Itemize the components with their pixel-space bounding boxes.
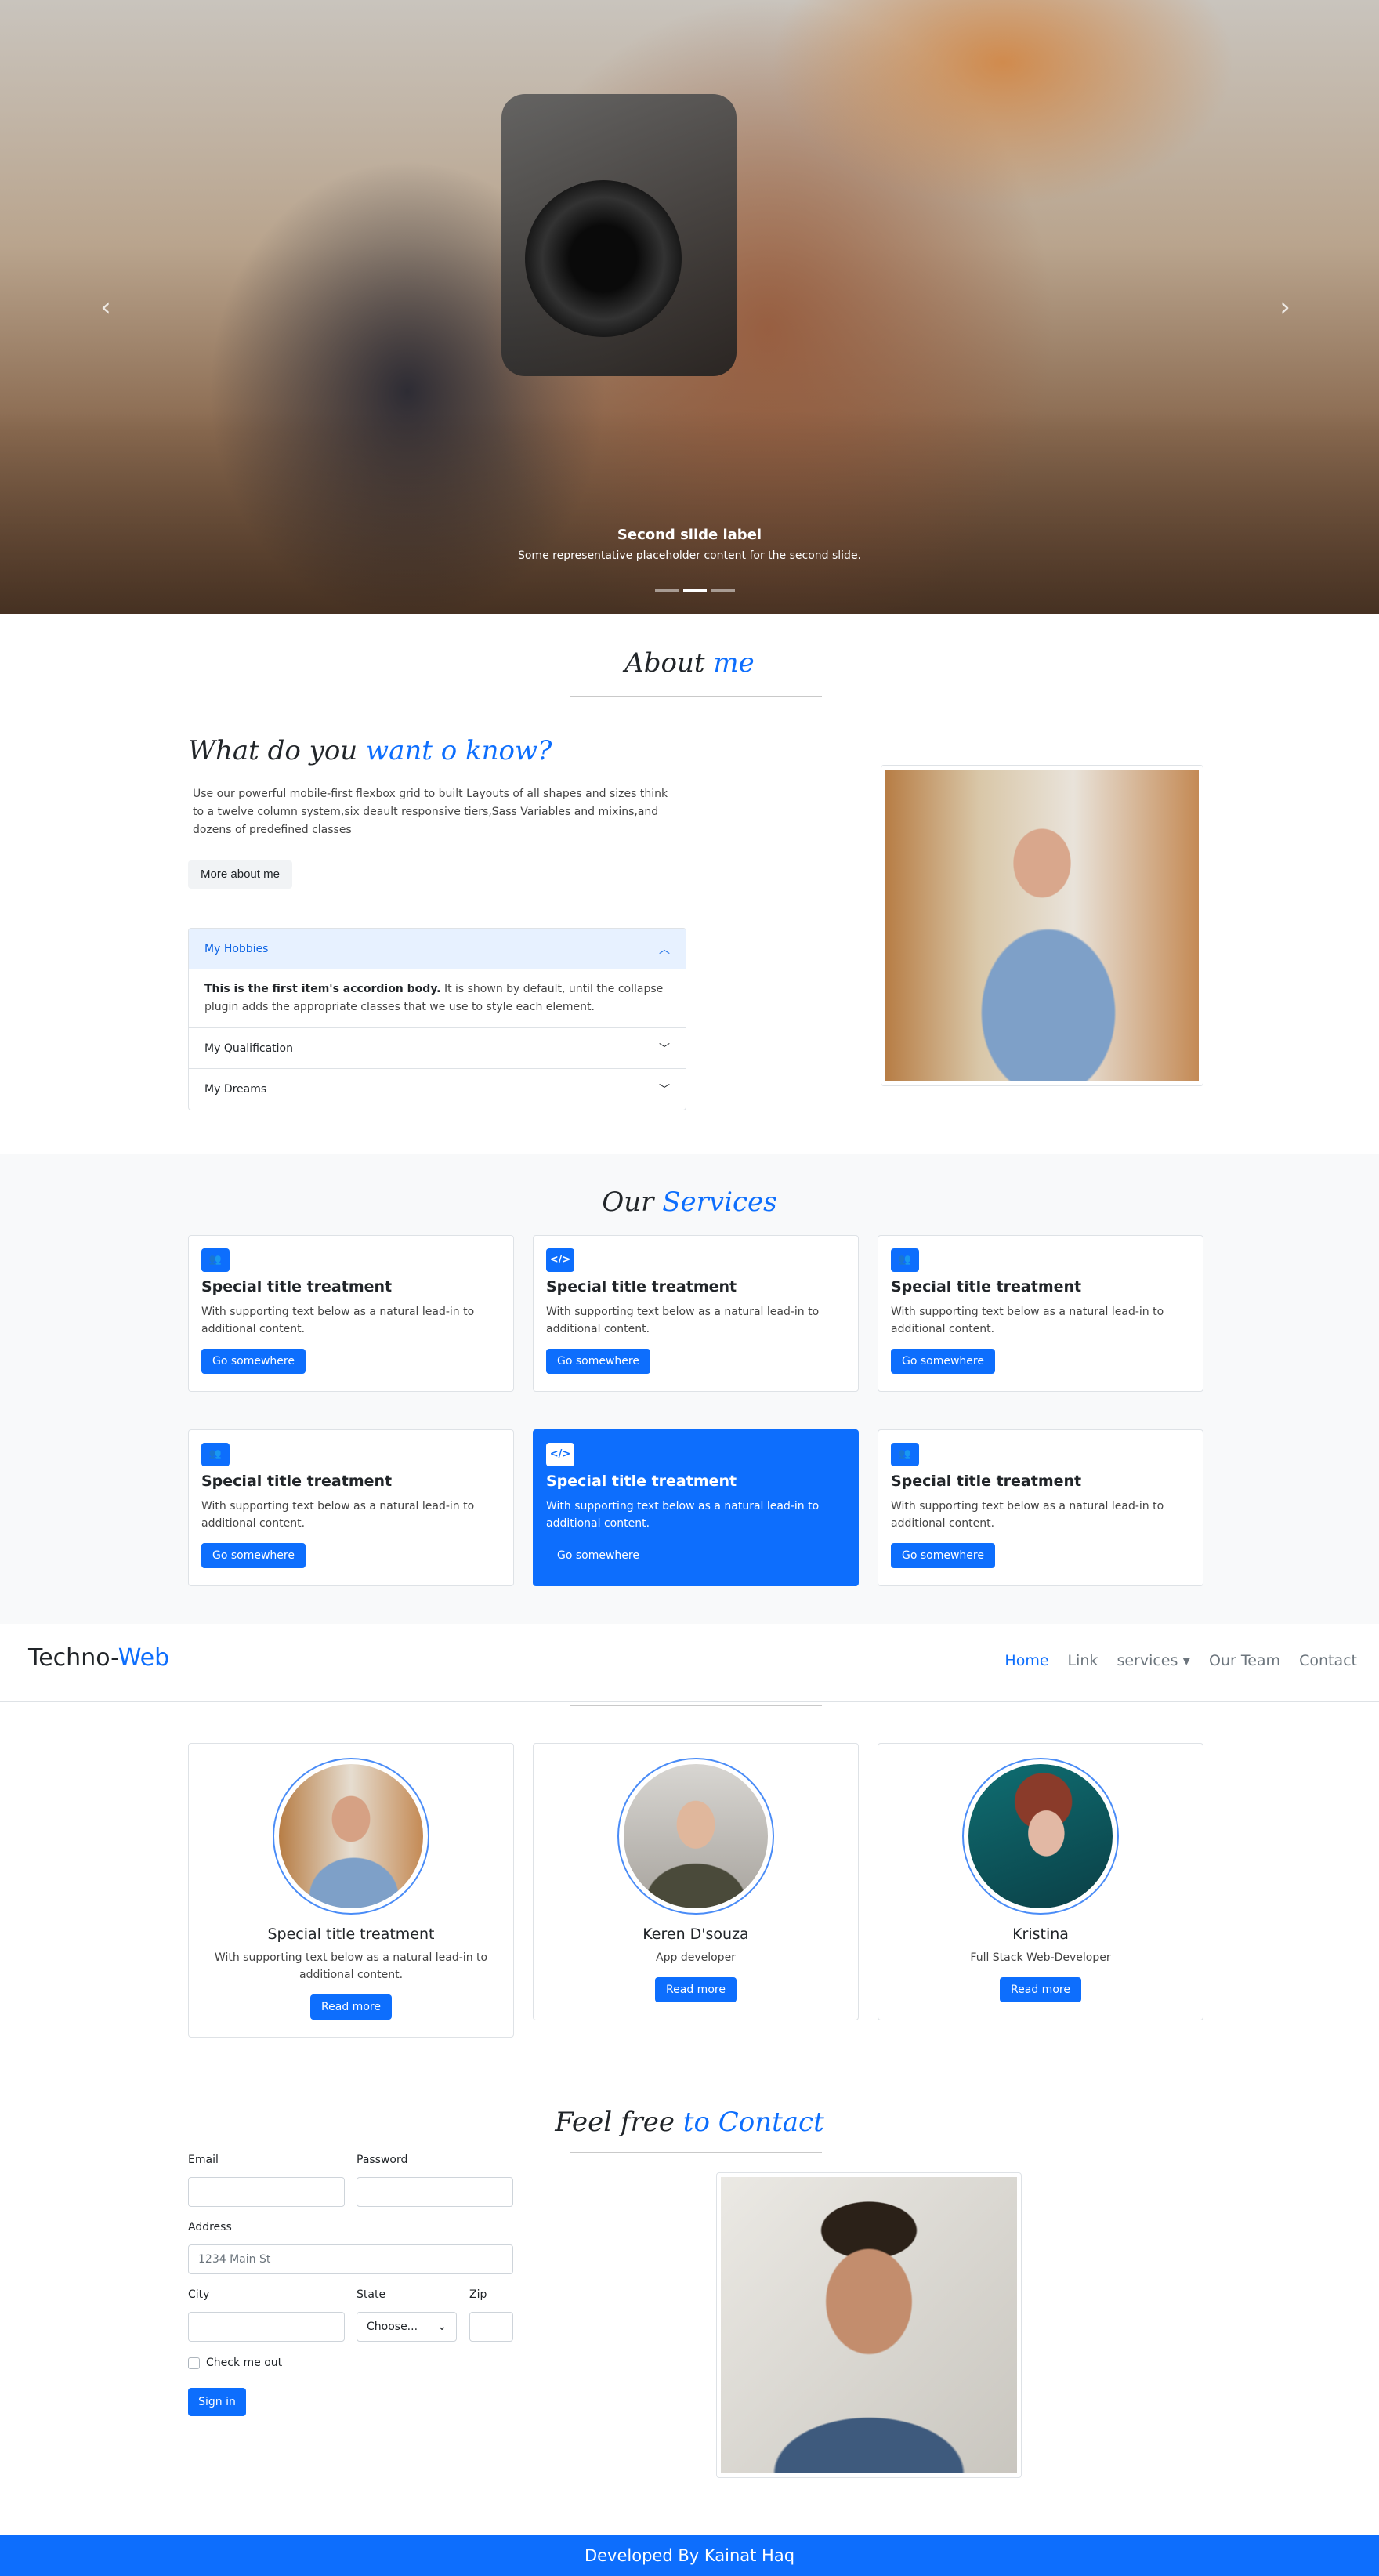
code-icon: </> <box>546 1248 574 1272</box>
nav-contact[interactable]: Contact <box>1299 1652 1357 1669</box>
read-more-button[interactable]: Read more <box>655 1977 737 2002</box>
about-title: About me <box>624 647 755 679</box>
contact-photo <box>716 2172 1022 2478</box>
read-more-button[interactable]: Read more <box>310 1994 392 2020</box>
avatar <box>624 1764 768 1908</box>
carousel-indicator[interactable] <box>711 589 735 592</box>
zip-field[interactable] <box>469 2312 513 2342</box>
chevron-down-icon: ﹀ <box>659 1084 670 1096</box>
about-photo <box>881 765 1203 1086</box>
title-divider <box>570 1705 822 1706</box>
chevron-down-icon: ⌄ <box>437 2321 447 2333</box>
email-label: Email <box>188 2154 219 2166</box>
state-select[interactable]: Choose... ⌄ <box>357 2312 457 2342</box>
city-label: City <box>188 2288 210 2301</box>
title-divider <box>570 696 822 697</box>
about-heading: What do you want o know? <box>188 735 552 766</box>
carousel-indicator[interactable] <box>655 589 679 592</box>
service-card: 👥 Special title treatment With supportin… <box>878 1429 1203 1586</box>
avatar <box>968 1764 1113 1908</box>
service-card: 👥 Special title treatment With supportin… <box>878 1235 1203 1392</box>
chevron-right-icon[interactable]: › <box>1269 292 1301 323</box>
chevron-left-icon[interactable]: ‹ <box>90 292 121 323</box>
nav-our-team[interactable]: Our Team <box>1209 1652 1280 1669</box>
accordion-item-qualification[interactable]: My Qualification ﹀ <box>189 1028 686 1069</box>
nav-home[interactable]: Home <box>1004 1652 1048 1669</box>
read-more-button[interactable]: Read more <box>1000 1977 1081 2002</box>
brand-logo[interactable]: Techno-Web <box>28 1644 169 1672</box>
code-icon: </> <box>546 1443 574 1466</box>
nav-links: Home Link services ▾ Our Team Contact <box>1004 1652 1357 1669</box>
zip-label: Zip <box>469 2288 487 2301</box>
hero-carousel: ‹ › Second slide label Some representati… <box>0 0 1379 614</box>
go-somewhere-button[interactable]: Go somewhere <box>201 1349 306 1374</box>
go-somewhere-button[interactable]: Go somewhere <box>546 1349 650 1374</box>
users-icon: 👥 <box>891 1443 919 1466</box>
check-me-out: Check me out <box>188 2357 282 2369</box>
contact-title: Feel free to Contact <box>555 2107 824 2138</box>
title-divider <box>570 2152 822 2153</box>
about-paragraph: Use our powerful mobile-first flexbox gr… <box>193 788 668 836</box>
checkbox[interactable] <box>188 2357 200 2369</box>
address-field[interactable]: 1234 Main St <box>188 2244 513 2274</box>
footer: Developed By Kainat Haq <box>0 2535 1379 2576</box>
team-card: Kristina Full Stack Web-Developer Read m… <box>878 1743 1203 2020</box>
carousel-caption: Second slide label Some representative p… <box>0 527 1379 562</box>
password-label: Password <box>357 2154 408 2166</box>
go-somewhere-button[interactable]: Go somewhere <box>546 1543 650 1568</box>
service-card-highlighted: </> Special title treatment With support… <box>533 1429 859 1586</box>
avatar <box>279 1764 423 1908</box>
carousel-indicators <box>655 589 735 592</box>
users-icon: 👥 <box>201 1443 230 1466</box>
caret-down-icon: ▾ <box>1182 1652 1190 1669</box>
address-label: Address <box>188 2221 232 2234</box>
camera-lens-image-part <box>525 180 682 337</box>
go-somewhere-button[interactable]: Go somewhere <box>891 1349 995 1374</box>
accordion-item-hobbies[interactable]: My Hobbies ︿ <box>189 929 686 969</box>
service-card: 👥 Special title treatment With supportin… <box>188 1429 514 1586</box>
navbar: Techno-Web Home Link services ▾ Our Team… <box>0 1624 1379 1702</box>
city-field[interactable] <box>188 2312 345 2342</box>
team-card: Special title treatment With supporting … <box>188 1743 514 2038</box>
sign-in-button[interactable]: Sign in <box>188 2388 246 2416</box>
service-card: </> Special title treatment With support… <box>533 1235 859 1392</box>
accordion-body: This is the first item's accordion body.… <box>189 969 686 1028</box>
nav-link[interactable]: Link <box>1068 1652 1098 1669</box>
caption-title: Second slide label <box>617 527 762 543</box>
users-icon: 👥 <box>201 1248 230 1272</box>
team-card: Keren D'souza App developer Read more <box>533 1743 859 2020</box>
password-field[interactable] <box>357 2177 513 2207</box>
go-somewhere-button[interactable]: Go somewhere <box>891 1543 995 1568</box>
state-label: State <box>357 2288 386 2301</box>
services-title: Our Services <box>602 1187 777 1218</box>
caption-text: Some representative placeholder content … <box>517 549 862 562</box>
email-field[interactable] <box>188 2177 345 2207</box>
service-card: 👥 Special title treatment With supportin… <box>188 1235 514 1392</box>
chevron-up-icon: ︿ <box>659 943 670 956</box>
accordion-item-dreams[interactable]: My Dreams ﹀ <box>189 1069 686 1110</box>
nav-services-dropdown[interactable]: services ▾ <box>1117 1652 1190 1669</box>
users-icon: 👥 <box>891 1248 919 1272</box>
accordion: My Hobbies ︿ This is the first item's ac… <box>188 928 686 1110</box>
chevron-down-icon: ﹀ <box>659 1042 670 1056</box>
carousel-indicator-active[interactable] <box>683 589 707 592</box>
go-somewhere-button[interactable]: Go somewhere <box>201 1543 306 1568</box>
more-about-button[interactable]: More about me <box>188 860 292 889</box>
